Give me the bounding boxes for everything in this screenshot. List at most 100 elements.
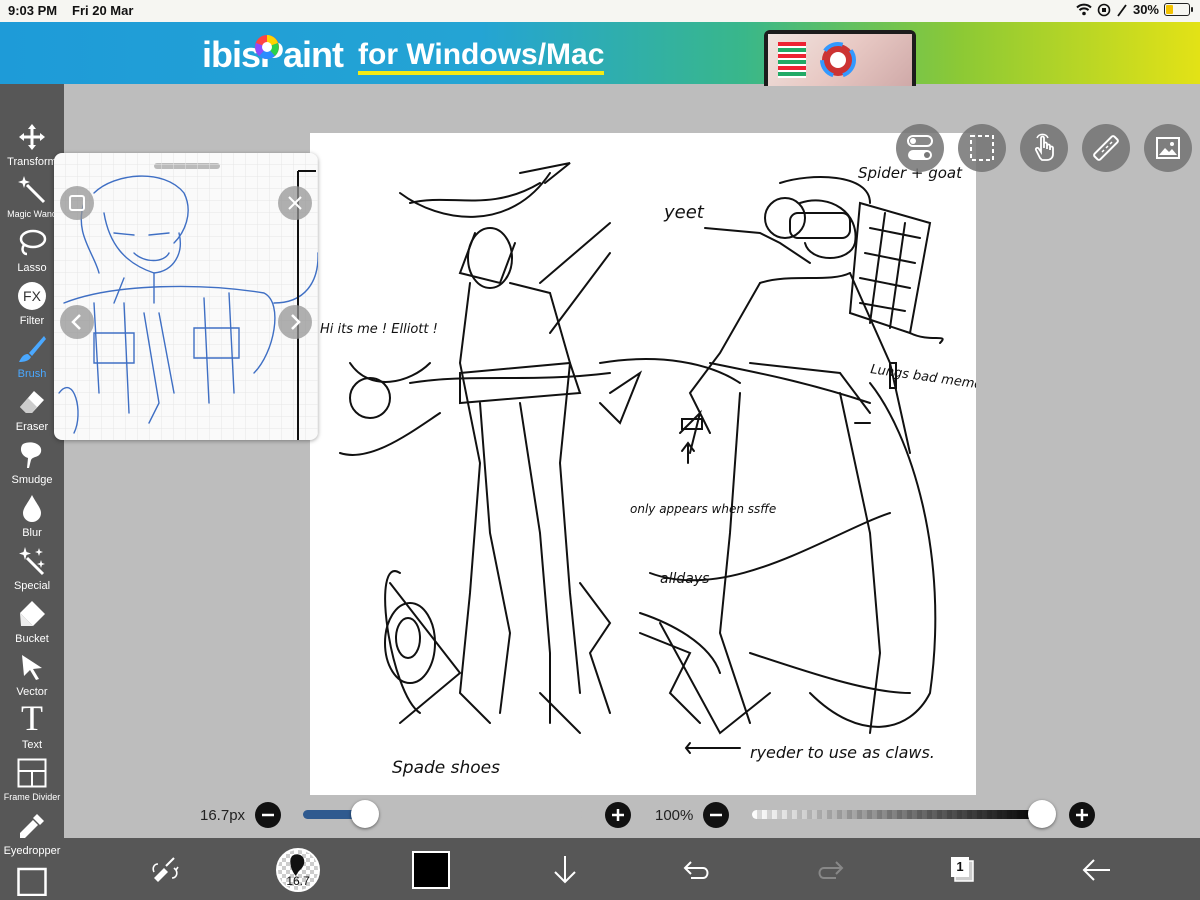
selection-button[interactable] [958,124,1006,172]
undo-icon [683,861,709,879]
eyedropper-icon [20,814,44,838]
bucket-icon [20,601,45,626]
sketch-drawing: Hi its me ! Elliott ! yeet Spider + goat… [320,162,976,778]
brush-size-badge: 16.7 [286,874,310,888]
status-right: 30% [1076,2,1193,17]
selection-dashed-icon [970,135,994,161]
redo-icon [818,861,844,879]
opacity-track[interactable] [752,810,1042,819]
brush-size-thumb[interactable] [350,800,379,828]
move-arrows-icon [19,124,45,150]
swap-eraser-icon [152,857,179,882]
status-bar: 9:03 PM Fri 20 Mar 30% [0,0,1200,22]
tool-label: Eyedropper [3,845,61,857]
vector-arrow-icon [22,655,42,680]
bottom-toolbar: 16.7 1 [64,838,1200,900]
banner-tagline: for Windows/Mac [358,39,605,75]
brush-size-track[interactable] [303,810,583,819]
brush-icon [19,336,46,362]
banner-tablet-screen [768,34,912,86]
fx-icon-text: FX [23,288,41,304]
pencil-status-icon [1117,3,1127,17]
square-icon [69,195,85,211]
tool-canvas-frame[interactable] [0,864,64,900]
chevron-left-icon [71,314,81,330]
promo-banner[interactable]: ibisPaint for Windows/Mac [0,22,1200,86]
layer-down-button[interactable] [545,850,585,890]
status-date: Fri 20 Mar [72,3,134,18]
brush-preview-button[interactable]: 16.7 [276,848,320,892]
close-icon [288,196,302,210]
tool-eyedropper[interactable]: Eyedropper [0,809,64,862]
tool-text[interactable]: T Text [0,698,64,756]
tool-label: Special [13,580,51,592]
tool-blur[interactable]: Blur [0,491,64,544]
note-memory: Lungs bad memory due to Grandad [869,362,976,409]
note-only: only appears when ssffe [630,502,776,516]
lasso-icon [19,229,47,256]
image-icon [1156,137,1180,159]
ibispaint-app: 9:03 PM Fri 20 Mar 30% ibisPaint for Win… [0,0,1200,900]
tool-special[interactable]: Special [0,544,64,597]
battery-icon [1164,3,1193,16]
tool-vector[interactable]: Vector [0,650,64,703]
opacity-increase-button[interactable] [1069,802,1095,828]
touch-gesture-button[interactable] [1020,124,1068,172]
opacity-value: 100% [655,807,694,824]
banner-tablet-image [764,30,916,86]
plus-icon [1076,809,1088,821]
wifi-icon [1076,3,1092,16]
brush-size-value: 16.7px [200,807,246,824]
color-wheel-logo-icon [255,35,279,60]
note-yeet: yeet [663,202,705,223]
tool-label: Smudge [11,474,53,486]
tool-label: Bucket [15,633,49,645]
eraser-icon [20,391,44,413]
reference-mode-button[interactable] [60,186,94,220]
arrow-left-icon [1082,859,1110,881]
layers-button[interactable]: 1 [943,850,983,890]
reference-image-button[interactable] [1144,124,1192,172]
reference-next-button[interactable] [278,305,312,339]
brush-size-increase-button[interactable] [605,802,631,828]
tool-smudge[interactable]: Smudge [0,438,64,491]
minus-icon [262,813,274,817]
magic-wand-icon [18,176,46,204]
tool-label: Blur [22,527,42,539]
ruler-button[interactable] [1082,124,1130,172]
layer-count: 1 [956,859,964,874]
smudge-icon [20,442,42,468]
chevron-right-icon [291,314,301,330]
reference-prev-button[interactable] [60,305,94,339]
reference-window[interactable] [54,153,318,440]
opacity-fill [752,810,1042,819]
drawing-canvas[interactable]: Hi its me ! Elliott ! yeet Spider + goat… [310,133,976,795]
opacity-thumb[interactable] [1028,800,1056,828]
redo-button[interactable] [810,850,850,890]
canvas-frame-icon [17,867,47,896]
ruler-icon [1093,135,1119,161]
status-time: 9:03 PM [8,3,58,18]
tool-label: Frame Divider [3,792,61,802]
reference-close-button[interactable] [278,186,312,220]
note-alldays: alldays [660,571,709,587]
back-button[interactable] [1076,850,1116,890]
toggle-icon [907,135,933,160]
arrow-down-icon [554,856,576,884]
minus-icon [710,813,722,817]
toggle-settings-button[interactable] [896,124,944,172]
note-spade: Spade shoes [392,758,500,778]
orientation-lock-icon [1097,3,1111,16]
tool-bucket[interactable]: Bucket [0,597,64,650]
note-hi: Hi its me ! Elliott ! [320,322,438,337]
brush-size-decrease-button[interactable] [255,802,281,828]
swap-tool-button[interactable] [146,850,186,890]
color-swatch-button[interactable] [412,851,450,889]
text-icon: T [21,698,43,738]
undo-button[interactable] [677,850,717,890]
frame-divider-icon [17,758,47,788]
tool-frame-divider[interactable]: Frame Divider [0,756,64,809]
opacity-decrease-button[interactable] [703,802,729,828]
battery-percent: 30% [1132,2,1159,17]
sparkle-icon [19,547,45,576]
